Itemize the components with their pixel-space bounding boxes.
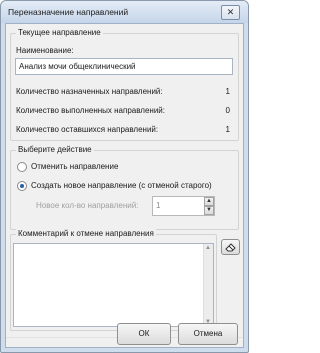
action-group-title: Выберите действие xyxy=(16,145,94,154)
remaining-count-label: Количество оставшихся направлений: xyxy=(16,125,159,134)
comment-group-title: Комментарий к отмене направления xyxy=(16,229,156,238)
name-label: Наименование: xyxy=(16,46,74,55)
dialog-window: Переназначение направлений ✕ Текущее нап… xyxy=(0,0,249,353)
current-referral-group: Текущее направление Наименование: Анализ… xyxy=(10,28,239,141)
action-group: Выберите действие Отменить направление С… xyxy=(10,145,239,230)
current-referral-group-title: Текущее направление xyxy=(16,28,103,37)
comment-textarea[interactable]: ▲ ▼ xyxy=(13,243,214,327)
assigned-count-label: Количество назначенных направлений: xyxy=(16,87,163,96)
assigned-count-value: 1 xyxy=(225,87,230,96)
completed-count-label: Количество выполненных направлений: xyxy=(16,106,165,115)
radio-create-indicator[interactable] xyxy=(17,181,27,191)
clear-comment-button[interactable] xyxy=(221,239,240,255)
close-button[interactable]: ✕ xyxy=(221,5,240,20)
remaining-count-value: 1 xyxy=(225,125,230,134)
radio-create-referral[interactable]: Создать новое направление (с отменой ста… xyxy=(17,180,235,192)
ok-button[interactable]: ОК xyxy=(117,323,171,345)
cancel-button[interactable]: Отмена xyxy=(178,323,238,345)
comment-scrollbar[interactable]: ▲ ▼ xyxy=(203,244,213,326)
spin-down-icon[interactable]: ▼ xyxy=(204,206,214,215)
title-bar[interactable]: Переназначение направлений ✕ xyxy=(1,1,248,23)
scroll-up-icon[interactable]: ▲ xyxy=(205,245,211,251)
new-count-label: Новое кол-во направлений: xyxy=(36,201,139,210)
new-count-value[interactable]: 1 xyxy=(156,201,160,210)
comment-group: Комментарий к отмене направления ▲ ▼ xyxy=(10,229,217,331)
new-count-stepper[interactable]: 1 ▲ ▼ xyxy=(152,196,215,216)
spin-up-icon[interactable]: ▲ xyxy=(204,197,214,206)
window-title: Переназначение направлений xyxy=(8,7,129,17)
close-icon: ✕ xyxy=(226,7,235,17)
radio-cancel-referral[interactable]: Отменить направление xyxy=(17,161,217,173)
radio-create-label[interactable]: Создать новое направление (с отменой ста… xyxy=(31,181,212,190)
completed-count-value: 0 xyxy=(225,106,230,115)
new-count-spinner[interactable]: ▲ ▼ xyxy=(204,197,214,215)
radio-cancel-indicator[interactable] xyxy=(17,162,27,172)
dialog-client-area: Текущее направление Наименование: Анализ… xyxy=(5,23,244,348)
name-field[interactable]: Анализ мочи общеклинический xyxy=(15,58,233,75)
eraser-icon xyxy=(224,243,236,252)
radio-cancel-label[interactable]: Отменить направление xyxy=(31,162,118,171)
name-value: Анализ мочи общеклинический xyxy=(19,62,136,71)
